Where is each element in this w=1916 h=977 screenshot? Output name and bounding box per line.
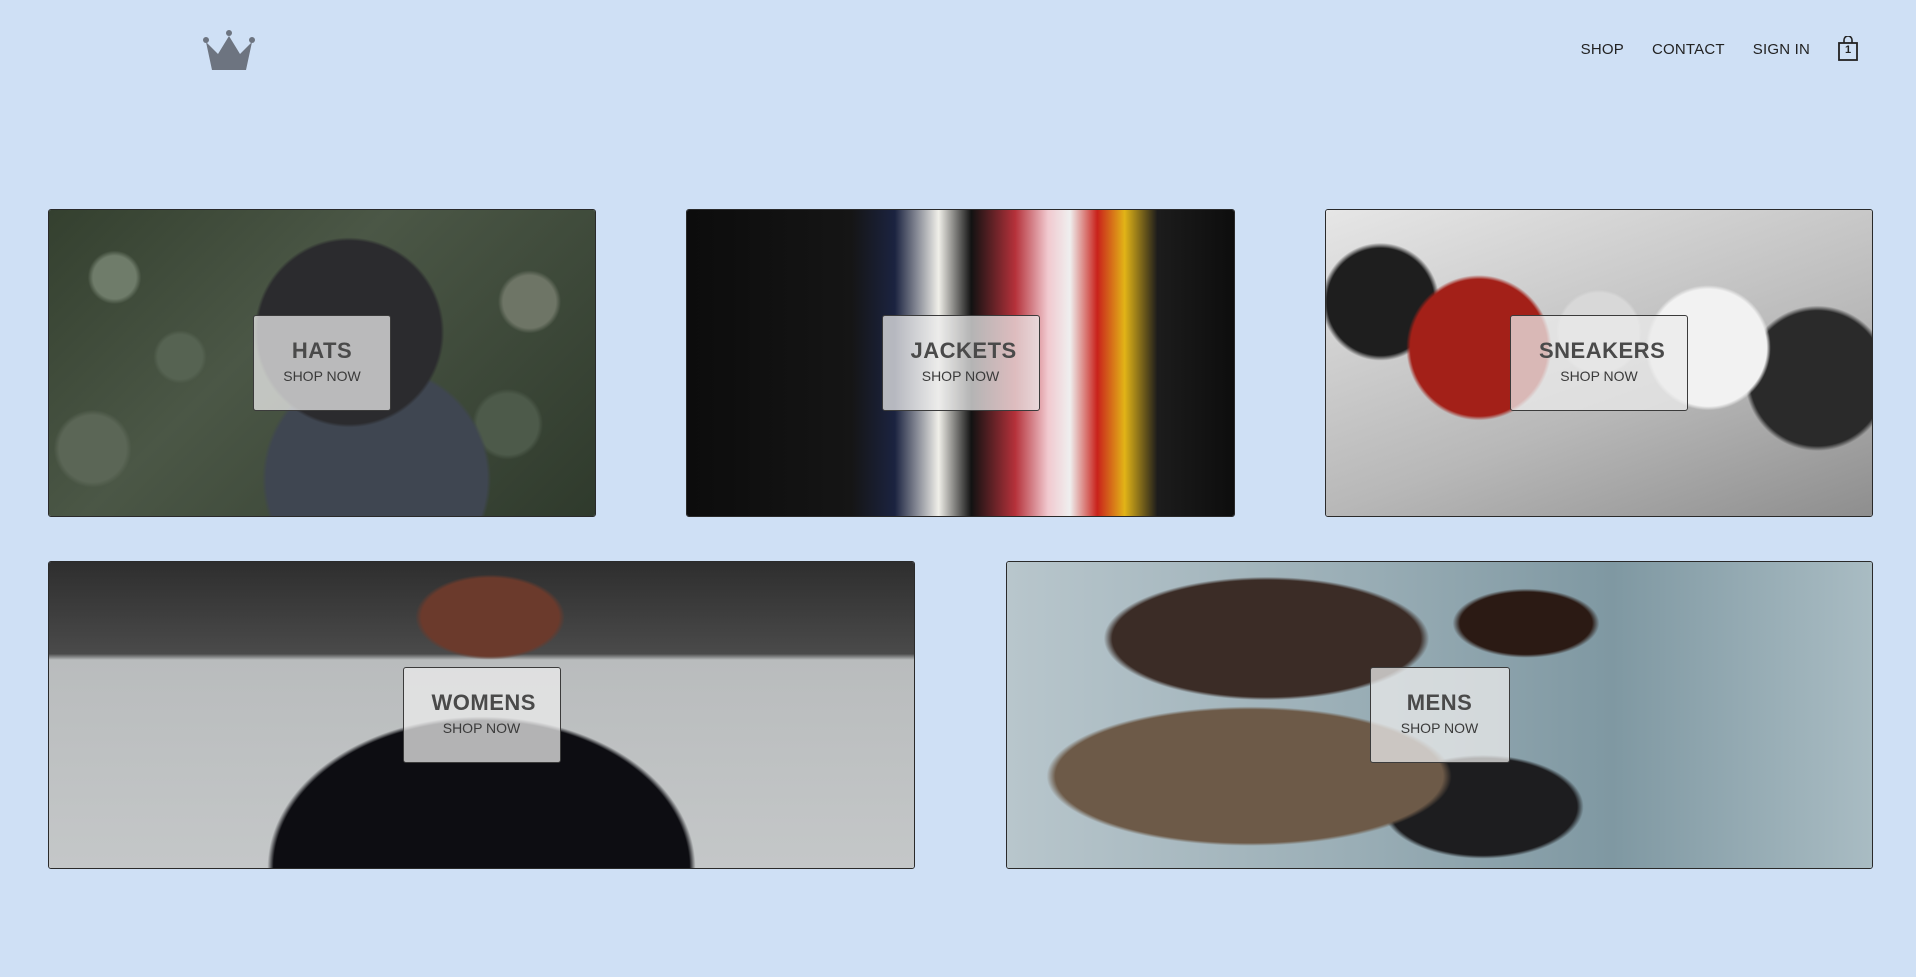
- shop-now-label: SHOP NOW: [921, 368, 1000, 384]
- nav-link-contact[interactable]: CONTACT: [1652, 41, 1725, 58]
- category-overlay[interactable]: WOMENS SHOP NOW: [402, 667, 561, 763]
- category-title: JACKETS: [910, 338, 1017, 363]
- category-overlay[interactable]: SNEAKERS SHOP NOW: [1510, 315, 1688, 411]
- shop-now-label: SHOP NOW: [1560, 368, 1638, 384]
- category-tile-hats[interactable]: HATS SHOP NOW: [48, 209, 596, 517]
- shop-now-label: SHOP NOW: [283, 368, 361, 384]
- category-title: HATS: [291, 338, 353, 363]
- main-nav: SHOP CONTACT SIGN IN 1: [1553, 35, 1860, 62]
- category-tile-mens[interactable]: MENS SHOP NOW: [1006, 561, 1873, 869]
- nav-link-sign-in[interactable]: SIGN IN: [1753, 41, 1810, 58]
- site-header: SHOP CONTACT SIGN IN 1: [0, 0, 1916, 110]
- crown-icon[interactable]: [202, 28, 256, 74]
- category-tile-womens[interactable]: WOMENS SHOP NOW: [48, 561, 915, 869]
- category-tile-sneakers[interactable]: SNEAKERS SHOP NOW: [1325, 209, 1873, 517]
- category-title: MENS: [1406, 690, 1473, 715]
- category-title: WOMENS: [431, 690, 536, 715]
- nav-link-shop[interactable]: SHOP: [1581, 41, 1624, 58]
- category-overlay[interactable]: HATS SHOP NOW: [253, 315, 391, 411]
- category-title: SNEAKERS: [1539, 338, 1666, 363]
- shop-now-label: SHOP NOW: [442, 720, 521, 736]
- category-overlay[interactable]: JACKETS SHOP NOW: [881, 315, 1040, 411]
- cart-button[interactable]: 1: [1836, 35, 1860, 62]
- cart-count: 1: [1844, 44, 1852, 56]
- shop-now-label: SHOP NOW: [1400, 720, 1479, 736]
- category-tile-jackets[interactable]: JACKETS SHOP NOW: [686, 209, 1235, 517]
- category-overlay[interactable]: MENS SHOP NOW: [1369, 667, 1510, 763]
